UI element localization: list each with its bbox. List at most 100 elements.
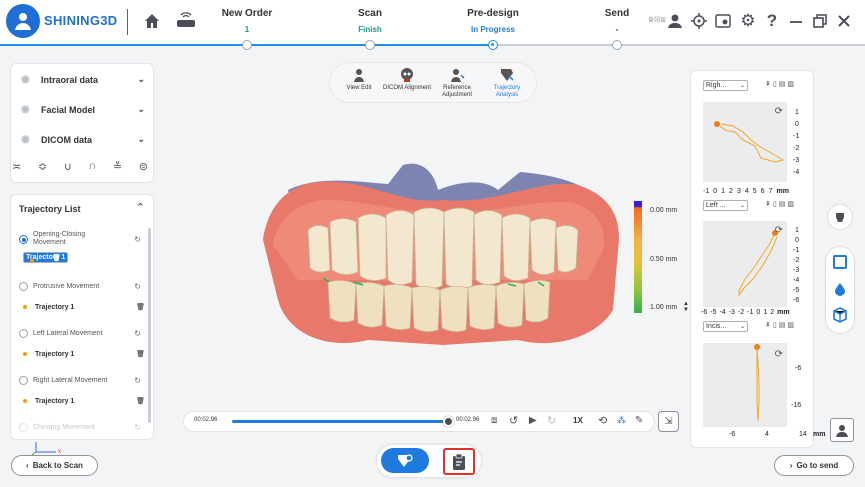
trajectory-points-icon[interactable]: ⁂ [617,415,626,426]
radio-button[interactable] [19,376,28,385]
edit-pen-icon[interactable]: ✎ [635,415,643,426]
user-icon[interactable] [666,12,684,30]
step-send-dot[interactable] [612,40,622,50]
reference-adjustment-tool[interactable]: Reference Adjustment [432,67,482,99]
trash-icon[interactable]: 🗑 [136,397,145,405]
forward-icon[interactable]: ↻ [547,414,556,427]
radio-button[interactable] [19,282,28,291]
chart-reset-icon[interactable]: ⟳ [775,106,783,117]
refresh-icon[interactable]: ↻ [134,282,141,291]
left-lateral-movement-item[interactable]: Left Lateral Movement ↻ [17,328,151,340]
step-scan-dot[interactable] [365,40,375,50]
chevron-right-icon: › [789,461,793,470]
close-icon[interactable] [836,12,852,30]
legend-stepper-icon[interactable]: ▲ ▼ [683,301,689,313]
home-icon[interactable] [142,11,162,31]
play-icon[interactable]: ▶ [529,415,537,426]
chevron-down-icon[interactable]: ⌄ [137,74,145,85]
trajectory-row-selected[interactable]: Trajectory 1 🗑 [23,252,68,263]
go-to-send-button[interactable]: › Go to send [774,455,854,476]
right-lateral-movement-item[interactable]: Right Lateral Movement ↻ [17,375,151,387]
dicom-alignment-tool[interactable]: DICOM Alignment [382,67,432,92]
playback-scrubber[interactable] [443,416,454,427]
settings-gear-icon[interactable]: ⚙ [738,11,758,31]
refresh-icon[interactable]: ↻ [134,235,141,244]
eye-icon[interactable]: ◉ [21,134,35,145]
fit-view-icon[interactable] [833,255,847,269]
minimize-icon[interactable] [788,11,804,31]
target-icon[interactable] [690,12,708,30]
refresh-icon[interactable]: ↻ [134,423,141,432]
chevron-down-icon[interactable]: ⌄ [137,104,145,115]
eye-icon[interactable]: ◉ [21,104,35,115]
trajectory-row[interactable]: Trajectory 1 🗑 [17,393,151,409]
protrusive-movement-item[interactable]: Protrusive Movement ↻ [17,281,151,293]
chevron-down-icon[interactable]: ⌄ [137,134,145,145]
cube-icon[interactable] [832,307,848,323]
chart-2-view-tools[interactable]: ⇞▯▤▨ [765,200,796,208]
intraoral-data-row[interactable]: ◉ Intraoral data ⌄ [21,74,145,85]
chart-1-view-tools[interactable]: ⇞▯▤▨ [765,80,796,88]
back-to-scan-button[interactable]: ‹ Back to Scan [11,455,98,476]
radio-button[interactable] [19,423,28,432]
view-select-value: Righ... [706,82,727,89]
water-drop-icon[interactable] [833,282,847,296]
playback-speed[interactable]: 1X [573,416,583,425]
playback-track[interactable] [232,416,454,427]
refresh-icon[interactable]: ↻ [134,329,141,338]
help-icon[interactable]: ? [763,11,781,31]
y-tick: -4 [793,277,800,284]
trajectory-row[interactable]: Trajectory 1 🗑 [17,346,151,362]
step-send-status: - [615,25,619,34]
trajectory-mode-button[interactable] [381,448,429,473]
trajectory-charts-panel: Righ... ⌄ ⇞▯▤▨ ⟳ 1 0 -1 -2 -3 -4 -1 0 1 2… [690,70,825,448]
lower-arch-icon[interactable]: ∪ [64,160,72,173]
split-view-icon[interactable]: ⧈ [491,415,497,426]
view-edit-tool[interactable]: View Edit [334,67,384,92]
occlusion-icon[interactable]: ≎ [38,160,47,173]
chart-reset-icon[interactable]: ⟳ [775,349,783,360]
collapse-chevron-icon[interactable]: ⌃ [136,201,145,214]
dental-3d-model[interactable] [258,160,628,360]
trash-icon[interactable]: 🗑 [136,350,145,358]
trajectory-row[interactable]: Trajectory 1 🗑 [17,299,151,315]
screenshot-icon[interactable] [714,12,732,30]
refresh-icon[interactable]: ↻ [134,376,141,385]
trajectory-analysis-tool[interactable]: Trajectory Analysis [482,67,532,99]
radio-button[interactable] [19,329,28,338]
scanner-device-icon[interactable] [174,11,198,31]
x-tick: 2 [729,188,733,195]
upper-arch-icon[interactable]: ≍ [12,160,21,173]
view-select-3[interactable]: Incis... ⌄ [703,321,748,332]
chart-3-view-tools[interactable]: ⇞▯▤▨ [765,321,796,329]
export-icon[interactable]: ⇲ [658,411,679,432]
rewind-icon[interactable]: ↺ [509,414,518,427]
chart-reset-icon[interactable]: ⟳ [775,225,783,236]
restore-window-icon[interactable] [812,12,828,30]
trash-icon[interactable]: 🗑 [52,254,61,262]
trajectory-list-scrollbar[interactable] [148,228,151,423]
tooth-view-icon[interactable] [828,205,852,229]
view-select-2[interactable]: Left ... ⌄ [703,200,748,211]
brand-name: SHINING3D [44,13,118,28]
report-button[interactable] [443,448,475,475]
divider [127,9,128,35]
face-view-icon[interactable] [830,418,854,442]
bite-open-icon[interactable]: ≚ [113,160,122,173]
chart-1-x-ticks: -1 0 1 2 3 4 5 6 7 mm [703,188,811,195]
playback-bar: 00:02.96 00:02.96 ⧈ ↺ ▶ ↻ 1X ⟲ ⁂ ✎ [184,412,654,431]
bite-close-icon[interactable]: ⊜ [139,160,148,173]
opening-closing-movement-item[interactable]: Opening-Closing Movement ↻ [17,231,151,249]
x-tick: 1 [721,188,726,195]
eye-icon[interactable]: ◉ [21,74,35,85]
arch-front-icon[interactable]: ∩ [88,160,96,173]
dicom-data-row[interactable]: ◉ DICOM data ⌄ [21,134,145,145]
radio-button[interactable] [19,235,28,244]
step-predesign-dot[interactable] [488,40,498,50]
facial-model-row[interactable]: ◉ Facial Model ⌄ [21,104,145,115]
trash-icon[interactable]: 🗑 [136,303,145,311]
step-new-order-dot[interactable] [242,40,252,50]
reset-icon[interactable]: ⟲ [598,414,607,427]
view-select-1[interactable]: Righ... ⌄ [703,80,748,91]
chewing-movement-item[interactable]: Chewing Movement ↻ [17,422,151,434]
